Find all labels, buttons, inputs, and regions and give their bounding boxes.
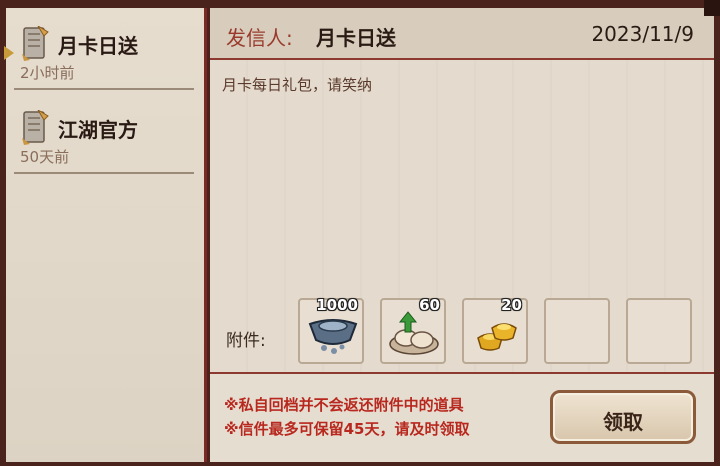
mail-date: 2023/11/9 (591, 22, 694, 46)
attachment-slot-empty[interactable] (544, 298, 610, 364)
mail-footer: ※私自回档并不会返还附件中的道具 ※信件最多可保留45天，请及时领取 领取 (210, 372, 714, 462)
attachment-slot[interactable]: 1000 (298, 296, 364, 364)
mail-body-text: 月卡每日礼包，请笑纳 (222, 76, 373, 94)
mail-title: 月卡日送 (58, 34, 138, 58)
mail-time: 50天前 (20, 148, 70, 166)
mail-body: 月卡每日礼包，请笑纳 附件: 1000 60 20 (210, 60, 714, 372)
claim-button[interactable]: 领取 (550, 390, 696, 444)
scroll-letter-icon (20, 109, 50, 146)
item-count: 20 (501, 296, 522, 314)
gold-ingot-icon (477, 323, 517, 351)
silver-ingot-icon (308, 319, 358, 354)
attachment-slot[interactable]: 20 (462, 296, 528, 364)
mail-detail-panel: 发信人: 月卡日送 2023/11/9 月卡每日礼包，请笑纳 附件: 1000 (210, 8, 714, 462)
scroll-letter-icon (20, 25, 50, 62)
mail-header: 发信人: 月卡日送 2023/11/9 (210, 8, 714, 60)
mail-time: 2小时前 (20, 64, 75, 82)
attachment-slot[interactable]: 60 (380, 296, 446, 364)
claim-button-label: 领取 (603, 410, 643, 434)
mail-list-panel: 月卡日送 2小时前 江湖官方 50天前 (4, 8, 207, 462)
sender-label: 发信人: (226, 26, 293, 50)
footer-note: ※私自回档并不会返还附件中的道具 (224, 396, 464, 414)
mail-list-item[interactable]: 江湖官方 50天前 (6, 92, 202, 174)
sender-name: 月卡日送 (316, 26, 396, 50)
divider (14, 172, 194, 174)
corner-decoration (704, 0, 720, 16)
attachment-slot-empty[interactable] (626, 298, 692, 364)
buns-icon (389, 311, 439, 355)
item-count: 60 (419, 296, 440, 314)
footer-note: ※信件最多可保留45天，请及时领取 (224, 420, 470, 438)
attachments-label: 附件: (226, 331, 266, 351)
mail-window: 月卡日送 2小时前 江湖官方 50天前 发信人: 月卡日送 2023/11/9 … (0, 0, 720, 466)
item-count: 1000 (316, 296, 358, 314)
mail-list-item[interactable]: 月卡日送 2小时前 (6, 8, 202, 90)
mail-title: 江湖官方 (58, 118, 138, 142)
divider (14, 88, 194, 90)
